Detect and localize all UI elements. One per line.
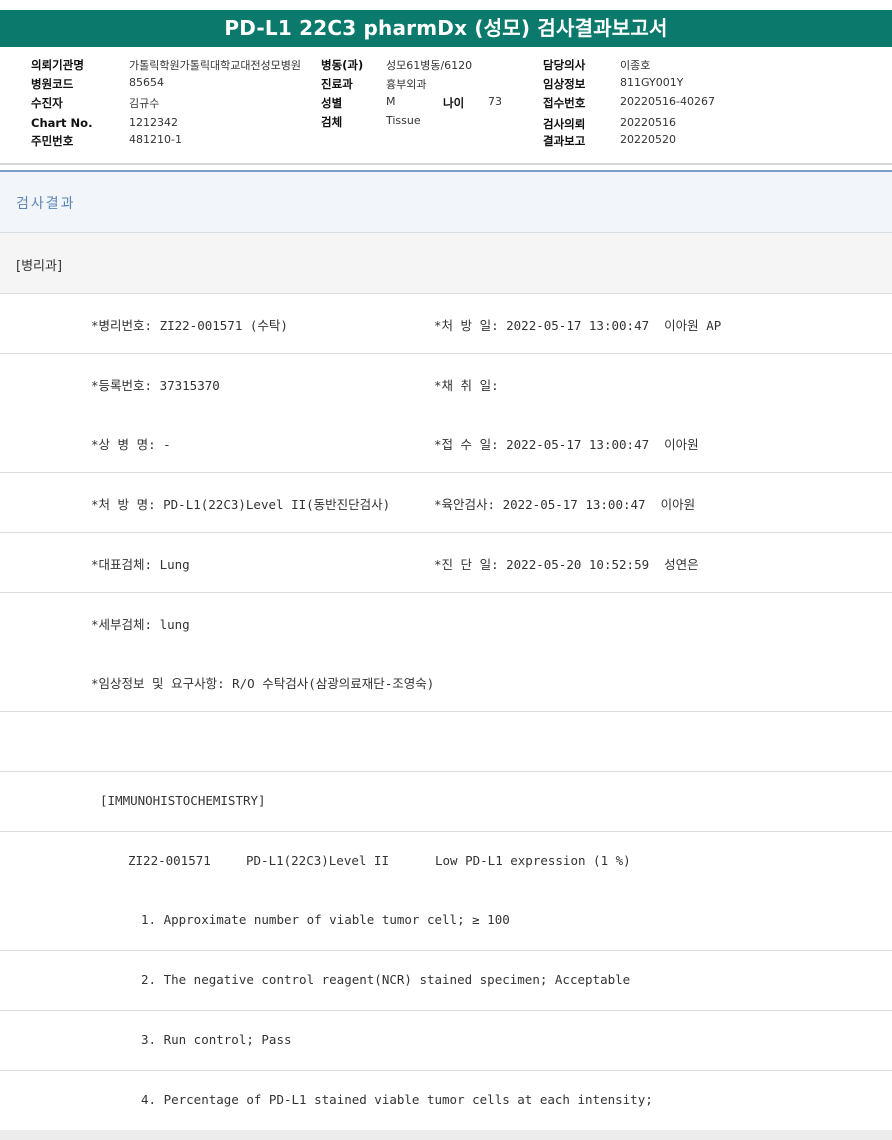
department-value: 흉부외과 (386, 78, 427, 91)
result-row-empty (0, 712, 892, 772)
diagnosis-name: *상 병 명: - (91, 437, 171, 452)
results-section-title: 검사결과 (16, 196, 76, 212)
report-date-value: 20220520 (620, 133, 676, 146)
chart-no-value: 1212342 (129, 116, 178, 129)
result-row: *병리번호: ZI22-001571 (수탁) *처 방 일: 2022-05-… (0, 294, 892, 354)
ihc-item-row: 4. Percentage of PD-L1 stained viable tu… (0, 1071, 892, 1131)
result-row: *대표검체: Lung *진 단 일: 2022-05-20 10:52:59 … (0, 533, 892, 593)
result-row: *임상정보 및 요구사항: R/O 수탁검사(삼광의료재단-조영숙) (0, 652, 892, 712)
ward-value: 성모61병동/6120 (386, 59, 473, 72)
ihc-item: 3. Run control; Pass (141, 1032, 292, 1047)
ihc-result-value: Low PD-L1 expression (1 %) (435, 853, 631, 868)
ihc-item: 1. Approximate number of viable tumor ce… (141, 912, 510, 927)
pathology-no: *병리번호: ZI22-001571 (수탁) (91, 318, 288, 333)
department-header: [병리과] (0, 233, 892, 294)
result-row: *등록번호: 37315370 *채 취 일: (0, 354, 892, 414)
registration-no: *등록번호: 37315370 (91, 378, 220, 393)
clinical-info-label: 임상정보 (543, 77, 586, 91)
request-date-label: 검사의뢰 (543, 117, 586, 131)
ihc-item: 2. The negative control reagent(NCR) sta… (141, 972, 631, 987)
request-date-value: 20220516 (620, 116, 676, 129)
result-row: *처 방 명: PD-L1(22C3)Level II(동반진단검사) *육안검… (0, 473, 892, 533)
doctor-value: 이종호 (620, 59, 651, 72)
ihc-item-row: 2. The negative control reagent(NCR) sta… (0, 951, 892, 1011)
result-row: *세부검체: lung (0, 593, 892, 653)
resident-no-value: 481210-1 (129, 133, 182, 146)
gross-exam-date: *육안검사: 2022-05-17 13:00:47 이아원 (434, 497, 696, 512)
clinical-info-value: 811GY001Y (620, 76, 684, 89)
hospital-code-label: 병원코드 (31, 77, 74, 91)
institution-label: 의뢰기관명 (31, 58, 84, 72)
representative-specimen: *대표검체: Lung (91, 557, 190, 572)
examinee-value: 김규수 (129, 97, 160, 110)
ihc-result-row: ZI22-001571 PD-L1(22C3)Level II Low PD-L… (0, 832, 892, 892)
report-date-label: 결과보고 (543, 134, 586, 148)
doctor-label: 담당의사 (543, 58, 586, 72)
department-label: 진료과 (321, 77, 353, 91)
age-value: 73 (488, 95, 502, 108)
specimen-label: 검체 (321, 115, 343, 129)
age-label: 나이 (443, 96, 465, 110)
results-section-header: 검사결과 (0, 172, 892, 233)
detail-specimen: *세부검체: lung (91, 617, 190, 632)
ihc-result-test: PD-L1(22C3)Level II (246, 853, 389, 868)
institution-value: 가톨릭학원가톨릭대학교대전성모병원 (129, 59, 302, 72)
collection-date: *채 취 일: (434, 378, 499, 393)
ihc-header-row: [IMMUNOHISTOCHEMISTRY] (0, 772, 892, 832)
header-divider (0, 163, 892, 165)
ward-label: 병동(과) (321, 58, 364, 72)
department-title: [병리과] (16, 259, 63, 274)
report-title: PD-L1 22C3 pharmDx (성모) 검사결과보고서 (0, 10, 892, 47)
patient-info-block: 의뢰기관명 가톨릭학원가톨릭대학교대전성모병원 병동(과) 성모61병동/612… (0, 55, 892, 159)
examinee-label: 수진자 (31, 96, 63, 110)
ihc-item: 4. Percentage of PD-L1 stained viable tu… (141, 1092, 653, 1107)
receipt-no-value: 20220516-40267 (620, 95, 715, 108)
prescription-name: *처 방 명: PD-L1(22C3)Level II(동반진단검사) (91, 497, 391, 512)
ihc-header: [IMMUNOHISTOCHEMISTRY] (100, 793, 266, 808)
clinical-request: *임상정보 및 요구사항: R/O 수탁검사(삼광의료재단-조영숙) (91, 676, 435, 691)
resident-no-label: 주민번호 (31, 134, 74, 148)
result-row: *상 병 명: - *접 수 일: 2022-05-17 13:00:47 이아… (0, 413, 892, 473)
specimen-value: Tissue (386, 114, 421, 127)
ihc-item-row: 3. Run control; Pass (0, 1011, 892, 1071)
sex-label: 성별 (321, 96, 343, 110)
bottom-strip (0, 1130, 892, 1140)
receipt-date: *접 수 일: 2022-05-17 13:00:47 이아원 (434, 437, 699, 452)
prescription-date: *처 방 일: 2022-05-17 13:00:47 이아원 AP (434, 318, 722, 333)
receipt-no-label: 접수번호 (543, 96, 586, 110)
diagnosis-date: *진 단 일: 2022-05-20 10:52:59 성연은 (434, 557, 699, 572)
ihc-result-id: ZI22-001571 (128, 853, 211, 868)
ihc-item-row: 1. Approximate number of viable tumor ce… (0, 891, 892, 951)
sex-value: M (386, 95, 396, 108)
chart-no-label: Chart No. (31, 116, 93, 130)
hospital-code-value: 85654 (129, 76, 164, 89)
